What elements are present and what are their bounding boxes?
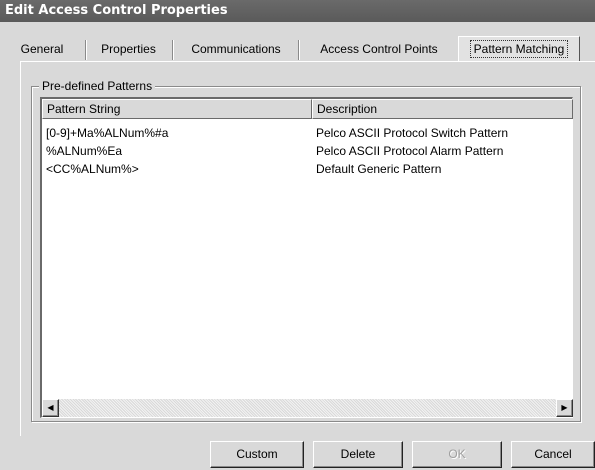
tab-properties[interactable]: Properties <box>88 37 169 61</box>
cancel-button[interactable]: Cancel <box>511 441 595 468</box>
tab-separator <box>172 40 174 60</box>
delete-button[interactable]: Delete <box>313 441 403 468</box>
table-row[interactable]: [0-9]+Ma%ALNum%#a Pelco ASCII Protocol S… <box>42 125 573 141</box>
tab-bar: General Properties Communications Access… <box>0 36 595 62</box>
tab-separator <box>85 40 87 60</box>
pattern-cell: <CC%ALNum%> <box>46 162 139 176</box>
patterns-list[interactable]: Pattern String Description [0-9]+Ma%ALNu… <box>40 97 573 418</box>
scroll-right-icon: ▶ <box>561 403 568 412</box>
scroll-right-button[interactable]: ▶ <box>556 399 573 417</box>
tab-communications[interactable]: Communications <box>175 37 297 61</box>
column-header-description[interactable]: Description <box>312 99 573 119</box>
scroll-left-icon: ◀ <box>47 403 54 412</box>
pattern-cell: %ALNum%Ea <box>46 144 123 158</box>
horizontal-scrollbar[interactable]: ◀ ▶ <box>42 399 573 417</box>
custom-button[interactable]: Custom <box>210 441 304 468</box>
tab-separator <box>298 40 300 60</box>
ok-button[interactable]: OK <box>412 441 502 468</box>
scrollbar-track[interactable] <box>59 399 556 417</box>
group-label: Pre-defined Patterns <box>39 79 156 93</box>
column-header-pattern-string[interactable]: Pattern String <box>42 99 312 119</box>
table-row[interactable]: %ALNum%Ea Pelco ASCII Protocol Alarm Pat… <box>42 143 573 159</box>
tab-general[interactable]: General <box>0 37 84 61</box>
tab-pattern-matching[interactable]: Pattern Matching <box>458 36 580 62</box>
table-row[interactable]: <CC%ALNum%> Default Generic Pattern <box>42 161 573 177</box>
description-cell: Pelco ASCII Protocol Switch Pattern <box>316 126 509 140</box>
tab-pattern-matching-label: Pattern Matching <box>469 40 569 58</box>
description-cell: Default Generic Pattern <box>316 162 442 176</box>
tab-access-control-points[interactable]: Access Control Points <box>302 37 456 61</box>
window-title: Edit Access Control Properties <box>0 0 595 22</box>
scroll-left-button[interactable]: ◀ <box>42 399 59 417</box>
pattern-cell: [0-9]+Ma%ALNum%#a <box>46 126 169 140</box>
description-cell: Pelco ASCII Protocol Alarm Pattern <box>316 144 504 158</box>
